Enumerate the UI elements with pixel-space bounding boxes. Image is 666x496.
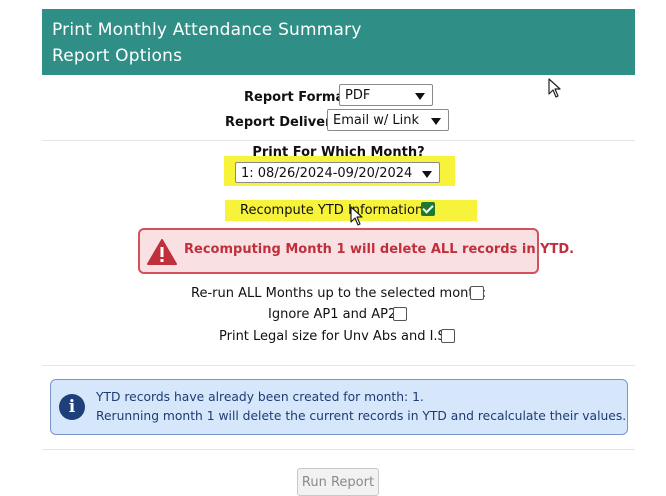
- legal-size-checkbox[interactable]: [441, 329, 455, 343]
- mouse-cursor-icon: [548, 78, 561, 98]
- ytd-info-line1: YTD records have already been created fo…: [96, 390, 424, 404]
- rerun-all-label: Re-run ALL Months up to the selected mon…: [191, 286, 487, 301]
- panel-header: Print Monthly Attendance Summary Report …: [42, 9, 635, 75]
- chevron-down-icon: [422, 171, 432, 178]
- chevron-down-icon: [431, 118, 441, 125]
- page-title: Print Monthly Attendance Summary: [52, 20, 362, 40]
- report-format-value: PDF: [345, 88, 371, 103]
- ignore-ap-checkbox[interactable]: [393, 307, 407, 321]
- rerun-all-checkbox[interactable]: [470, 286, 484, 300]
- run-report-button[interactable]: Run Report: [297, 468, 379, 496]
- mouse-cursor-icon: [350, 206, 363, 226]
- ignore-ap-label: Ignore AP1 and AP2:: [268, 307, 401, 322]
- warning-icon: [147, 239, 177, 265]
- chevron-down-icon: [415, 93, 425, 100]
- recompute-ytd-checkbox[interactable]: [421, 202, 435, 216]
- delete-warning-alert: Recomputing Month 1 will delete ALL reco…: [138, 228, 574, 274]
- page-subtitle: Report Options: [52, 46, 183, 66]
- section-divider: [42, 449, 635, 450]
- info-icon: i: [59, 394, 85, 420]
- delete-warning-text: Recomputing Month 1 will delete ALL reco…: [184, 242, 575, 257]
- report-options-panel: Print Monthly Attendance Summary Report …: [42, 9, 635, 496]
- report-delivery-select[interactable]: Email w/ Link: [327, 109, 449, 131]
- report-format-select[interactable]: PDF: [339, 84, 433, 106]
- ytd-info-line2: Rerunning month 1 will delete the curren…: [96, 409, 627, 423]
- recompute-ytd-label: Recompute YTD Information:: [240, 203, 428, 218]
- legal-size-label: Print Legal size for Unv Abs and I.S.:: [219, 329, 455, 344]
- section-divider: [42, 140, 635, 141]
- ytd-info-alert: i YTD records have already been created …: [50, 379, 628, 435]
- month-value: 1: 08/26/2024-09/20/2024: [241, 166, 413, 181]
- month-label: Print For Which Month?: [252, 145, 425, 160]
- month-select[interactable]: 1: 08/26/2024-09/20/2024: [235, 162, 440, 183]
- report-delivery-value: Email w/ Link: [333, 113, 419, 128]
- section-divider: [42, 365, 635, 366]
